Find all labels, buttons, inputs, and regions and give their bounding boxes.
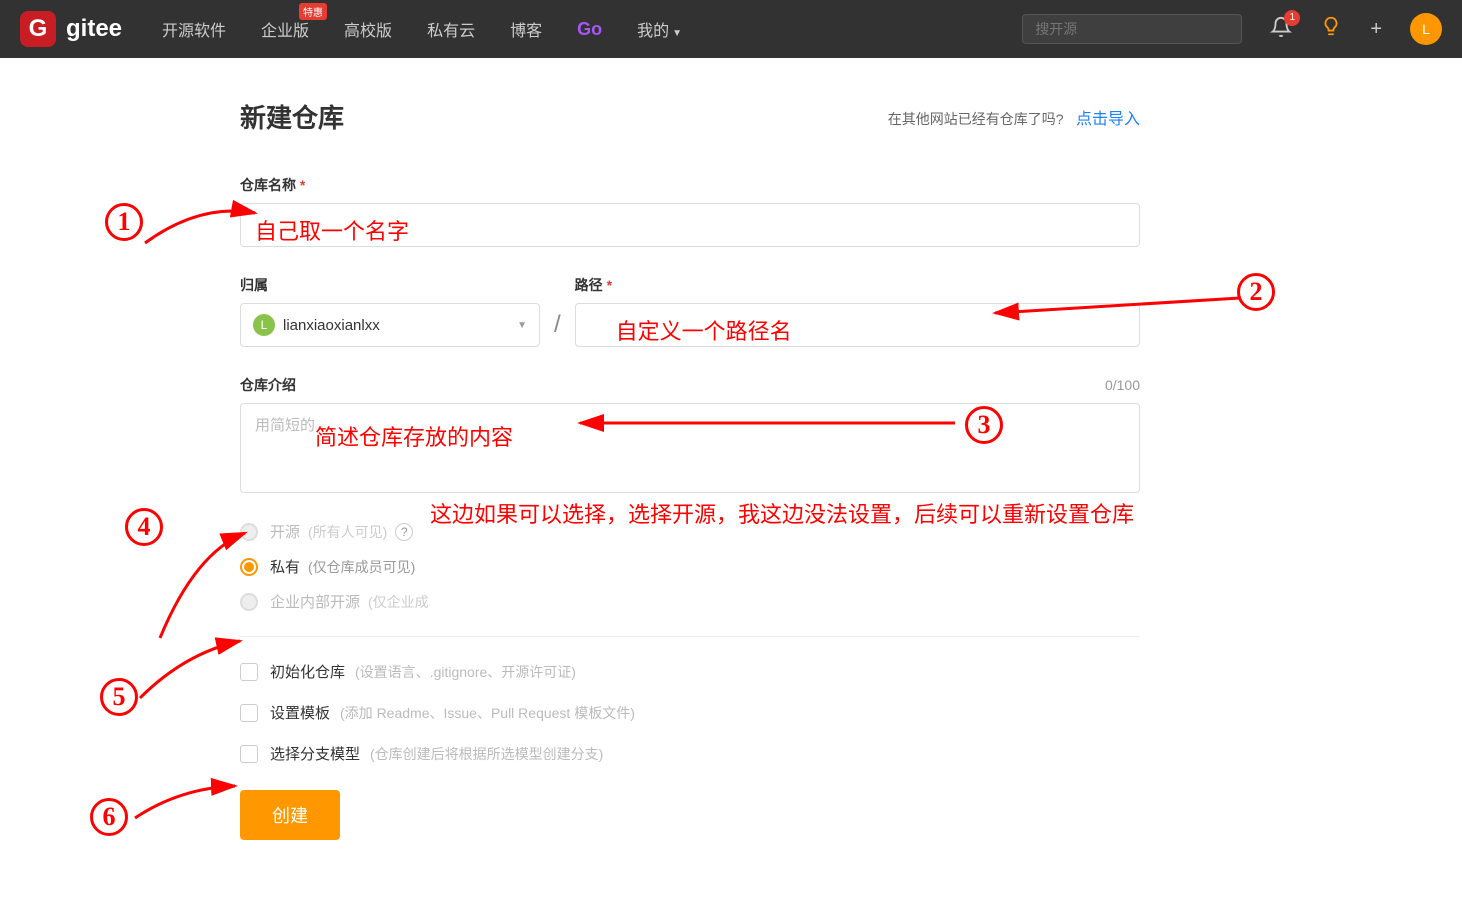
intro-textarea[interactable]: 用简短的 简述仓库存放的内容 bbox=[240, 403, 1140, 493]
anno-circle-5: 5 bbox=[100, 678, 138, 716]
owner-select[interactable]: L lianxiaoxianlxx ▼ bbox=[240, 303, 540, 347]
check-template-hint: (添加 Readme、Issue、Pull Request 模板文件) bbox=[340, 703, 635, 723]
radio-open-circle bbox=[240, 523, 258, 541]
nav-go[interactable]: Go bbox=[577, 19, 602, 40]
search-input[interactable] bbox=[1022, 14, 1242, 44]
page-header: 新建仓库 在其他网站已经有仓库了吗? 点击导入 bbox=[240, 98, 1140, 135]
radio-private-label: 私有 bbox=[270, 556, 300, 577]
owner-value: lianxiaoxianlxx bbox=[283, 317, 380, 334]
checkbox-init[interactable] bbox=[240, 663, 258, 681]
bulb-icon[interactable] bbox=[1320, 15, 1342, 43]
anno-circle-3: 3 bbox=[965, 406, 1003, 444]
nav-enterprise-badge: 特惠 bbox=[299, 3, 327, 20]
plus-icon[interactable]: + bbox=[1370, 18, 1382, 41]
check-branch[interactable]: 选择分支模型 (仓库创建后将根据所选模型创建分支) bbox=[240, 743, 1140, 764]
nav-enterprise-label: 企业版 bbox=[261, 23, 309, 40]
check-init-label: 初始化仓库 bbox=[270, 661, 345, 682]
caret-icon: ▼ bbox=[672, 28, 682, 39]
check-template-label: 设置模板 bbox=[270, 702, 330, 723]
radio-internal-circle bbox=[240, 593, 258, 611]
create-button[interactable]: 创建 bbox=[240, 790, 340, 840]
anno-circle-6: 6 bbox=[90, 798, 128, 836]
radio-private-hint: (仅仓库成员可见) bbox=[308, 557, 415, 577]
page-title: 新建仓库 bbox=[240, 98, 344, 135]
nav-blog[interactable]: 博客 bbox=[510, 17, 542, 41]
bell-badge: 1 bbox=[1284, 10, 1300, 26]
intro-label: 仓库介绍 bbox=[240, 375, 296, 395]
anno-circle-1: 1 bbox=[105, 203, 143, 241]
visibility-group: 开源 (所有人可见) ? 私有 (仅仓库成员可见) 企业内部开源 (仅企业成 bbox=[240, 521, 1140, 612]
nav-opensource[interactable]: 开源软件 bbox=[162, 17, 226, 41]
radio-internal-hint: (仅企业成 bbox=[368, 592, 429, 612]
anno-circle-4: 4 bbox=[125, 508, 163, 546]
nav-education[interactable]: 高校版 bbox=[344, 17, 392, 41]
check-init-hint: (设置语言、.gitignore、开源许可证) bbox=[355, 662, 576, 682]
check-init[interactable]: 初始化仓库 (设置语言、.gitignore、开源许可证) bbox=[240, 661, 1140, 682]
nav-right: 1 + L bbox=[1022, 13, 1442, 45]
repo-name-input[interactable]: 自己取一个名字 bbox=[240, 203, 1140, 247]
check-branch-hint: (仓库创建后将根据所选模型创建分支) bbox=[370, 744, 603, 764]
nav-my-label: 我的 bbox=[637, 23, 669, 40]
radio-private-circle bbox=[240, 558, 258, 576]
divider bbox=[240, 636, 1140, 637]
owner-path-row: 归属 L lianxiaoxianlxx ▼ / 路径 * 自定义一个路径名 bbox=[240, 275, 1140, 347]
nav-my[interactable]: 我的▼ bbox=[637, 17, 682, 41]
owner-label: 归属 bbox=[240, 275, 540, 295]
check-template[interactable]: 设置模板 (添加 Readme、Issue、Pull Request 模板文件) bbox=[240, 702, 1140, 723]
checkbox-branch[interactable] bbox=[240, 745, 258, 763]
bell-icon[interactable]: 1 bbox=[1270, 16, 1292, 43]
repo-name-label: 仓库名称 * bbox=[240, 175, 1140, 195]
radio-open-label: 开源 bbox=[270, 521, 300, 542]
logo[interactable]: G gitee bbox=[20, 11, 122, 47]
import-hint-wrap: 在其他网站已经有仓库了吗? 点击导入 bbox=[888, 105, 1140, 129]
radio-internal: 企业内部开源 (仅企业成 bbox=[240, 591, 1140, 612]
path-label: 路径 * bbox=[575, 275, 1140, 295]
radio-private[interactable]: 私有 (仅仓库成员可见) bbox=[240, 556, 1140, 577]
user-avatar[interactable]: L bbox=[1410, 13, 1442, 45]
radio-open-hint: (所有人可见) bbox=[308, 522, 387, 542]
nav-enterprise[interactable]: 企业版 特惠 bbox=[261, 17, 309, 41]
top-nav: G gitee 开源软件 企业版 特惠 高校版 私有云 博客 Go 我的▼ 1 … bbox=[0, 0, 1462, 58]
nav-items: 开源软件 企业版 特惠 高校版 私有云 博客 Go 我的▼ bbox=[162, 17, 682, 41]
radio-internal-label: 企业内部开源 bbox=[270, 591, 360, 612]
intro-counter: 0/100 bbox=[1105, 377, 1140, 393]
nav-privatecloud[interactable]: 私有云 bbox=[427, 17, 475, 41]
logo-icon: G bbox=[20, 11, 56, 47]
check-branch-label: 选择分支模型 bbox=[270, 743, 360, 764]
owner-avatar: L bbox=[253, 314, 275, 336]
checkbox-template[interactable] bbox=[240, 704, 258, 722]
path-slash: / bbox=[554, 311, 561, 347]
main-form: 新建仓库 在其他网站已经有仓库了吗? 点击导入 仓库名称 * 自己取一个名字 归… bbox=[230, 98, 1150, 840]
logo-text: gitee bbox=[66, 15, 122, 43]
anno-arrow-5 bbox=[135, 633, 245, 703]
chevron-down-icon: ▼ bbox=[517, 320, 527, 331]
anno-circle-2: 2 bbox=[1237, 273, 1275, 311]
help-icon[interactable]: ? bbox=[395, 523, 413, 541]
anno-visibility-text: 这边如果可以选择，选择开源，我这边没法设置，后续可以重新设置仓库 bbox=[430, 498, 1170, 531]
path-input[interactable]: 自定义一个路径名 bbox=[575, 303, 1140, 347]
import-link[interactable]: 点击导入 bbox=[1076, 111, 1140, 128]
anno-arrow-6 bbox=[130, 778, 240, 823]
intro-label-row: 仓库介绍 0/100 bbox=[240, 375, 1140, 395]
import-hint: 在其他网站已经有仓库了吗? bbox=[888, 111, 1064, 127]
